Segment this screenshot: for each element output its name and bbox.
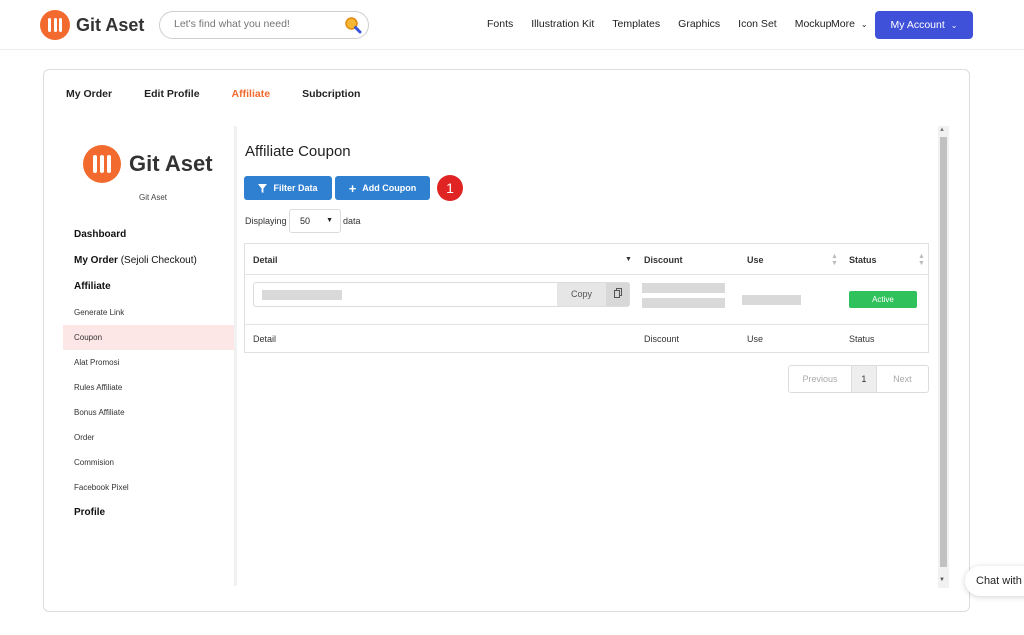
sort-icon[interactable]: ▲ ▼ <box>918 253 925 267</box>
add-coupon-label: Add Coupon <box>362 183 417 193</box>
data-label: data <box>343 216 361 226</box>
step-number-badge: 1 <box>437 175 463 201</box>
caret-down-icon: ▼ <box>326 217 333 224</box>
nav-icon-set[interactable]: Icon Set <box>738 18 777 30</box>
add-coupon-button[interactable]: + Add Coupon <box>335 176 430 200</box>
nav-fonts[interactable]: Fonts <box>487 18 513 30</box>
column-header-detail[interactable]: Detail <box>253 255 278 265</box>
search-bar <box>159 11 369 39</box>
scrollbar-thumb[interactable] <box>940 137 947 567</box>
sidebar-item-dashboard[interactable]: Dashboard <box>63 222 235 248</box>
my-account-button[interactable]: My Account ⌄ <box>875 11 973 39</box>
tab-my-order[interactable]: My Order <box>66 88 112 100</box>
nav-mockup[interactable]: Mockup <box>795 18 832 30</box>
use-placeholder <box>742 295 801 305</box>
tab-subcription[interactable]: Subcription <box>302 88 360 100</box>
sidebar-item-commision[interactable]: Commision <box>63 450 235 475</box>
chat-widget-button[interactable]: Chat with <box>965 566 1024 596</box>
column-footer-status: Status <box>849 334 875 344</box>
clipboard-icon[interactable] <box>606 283 629 306</box>
discount-placeholder <box>642 298 725 308</box>
sidebar-item-coupon[interactable]: Coupon <box>63 325 235 350</box>
brand-name: Git Aset <box>76 14 145 35</box>
filter-icon <box>258 183 268 193</box>
nav-more-dropdown[interactable]: More ⌄ <box>831 18 868 30</box>
page-number-button[interactable]: 1 <box>851 366 877 392</box>
filter-data-button[interactable]: Filter Data <box>244 176 332 200</box>
pagination: Previous 1 Next <box>788 365 929 393</box>
main-nav: Fonts Illustration Kit Templates Graphic… <box>487 18 849 30</box>
scroll-down-arrow-icon[interactable]: ▼ <box>939 577 945 583</box>
filter-data-label: Filter Data <box>273 183 318 193</box>
column-footer-use: Use <box>747 334 764 344</box>
sidebar-item-affiliate[interactable]: Affiliate <box>63 274 235 300</box>
git-aset-logo-icon <box>40 10 70 40</box>
status-badge: Active <box>849 291 917 308</box>
scroll-up-arrow-icon[interactable]: ▲ <box>939 127 945 133</box>
column-footer-discount: Discount <box>644 334 680 344</box>
column-footer-detail: Detail <box>253 334 277 344</box>
header-divider <box>245 274 928 275</box>
sidebar-subtitle: Git Aset <box>138 193 167 202</box>
displaying-label: Displaying <box>245 216 287 226</box>
sidebar-divider <box>234 126 237 586</box>
footer-divider <box>245 324 928 325</box>
sidebar-item-my-order-suffix: (Sejoli Checkout) <box>120 255 197 266</box>
sort-desc-icon[interactable]: ▼ <box>625 256 632 263</box>
chevron-down-icon: ⌄ <box>860 20 868 29</box>
sidebar-item-profile[interactable]: Profile <box>63 500 235 526</box>
coupon-code-field: Copy <box>253 282 630 307</box>
sidebar-brand-name: Git Aset <box>129 151 213 176</box>
next-page-button[interactable]: Next <box>877 366 928 392</box>
coupon-table: Detail ▼ Discount Use ▲ ▼ Status ▲ ▼ Copy … <box>244 243 929 353</box>
sidebar-item-order[interactable]: Order <box>63 425 235 450</box>
nav-illustration-kit[interactable]: Illustration Kit <box>531 18 594 30</box>
sidebar-item-bonus-affiliate[interactable]: Bonus Affiliate <box>63 400 235 425</box>
page-title: Affiliate Coupon <box>245 143 351 160</box>
sidebar-item-rules-affiliate[interactable]: Rules Affiliate <box>63 375 235 400</box>
discount-placeholder <box>642 283 725 293</box>
top-navbar: Git Aset Fonts Illustration Kit Template… <box>0 0 1024 50</box>
search-input[interactable] <box>174 18 334 30</box>
search-icon[interactable] <box>344 16 362 34</box>
column-header-status[interactable]: Status <box>849 255 877 265</box>
tab-affiliate[interactable]: Affiliate <box>232 88 271 100</box>
sidebar-menu: Dashboard My Order (Sejoli Checkout) Aff… <box>63 222 235 526</box>
brand-logo-link[interactable]: Git Aset <box>40 10 144 40</box>
sidebar-item-alat-promosi[interactable]: Alat Promosi <box>63 350 235 375</box>
previous-page-button[interactable]: Previous <box>789 366 851 392</box>
my-account-label: My Account <box>890 19 945 31</box>
copy-button[interactable]: Copy <box>557 283 606 306</box>
per-page-value: 50 <box>300 216 311 226</box>
chevron-down-icon: ⌄ <box>950 20 958 30</box>
nav-more-label: More <box>831 18 855 30</box>
sidebar-item-facebook-pixel[interactable]: Facebook Pixel <box>63 475 235 500</box>
sidebar-item-generate-link[interactable]: Generate Link <box>63 300 235 325</box>
sidebar-logo: Git Aset <box>83 145 213 183</box>
git-aset-logo-icon <box>83 145 121 183</box>
sidebar-item-my-order[interactable]: My Order (Sejoli Checkout) <box>63 248 235 274</box>
coupon-code-placeholder <box>262 290 342 300</box>
nav-graphics[interactable]: Graphics <box>678 18 720 30</box>
column-header-discount[interactable]: Discount <box>644 255 683 265</box>
sort-icon[interactable]: ▲ ▼ <box>831 253 838 267</box>
per-page-select[interactable]: 50 ▼ <box>289 209 341 233</box>
account-tabs: My Order Edit Profile Affiliate Subcript… <box>66 88 392 100</box>
tab-edit-profile[interactable]: Edit Profile <box>144 88 199 100</box>
column-header-use[interactable]: Use <box>747 255 764 265</box>
sidebar-item-my-order-label: My Order <box>74 255 118 266</box>
nav-templates[interactable]: Templates <box>612 18 660 30</box>
plus-icon: + <box>348 180 357 196</box>
